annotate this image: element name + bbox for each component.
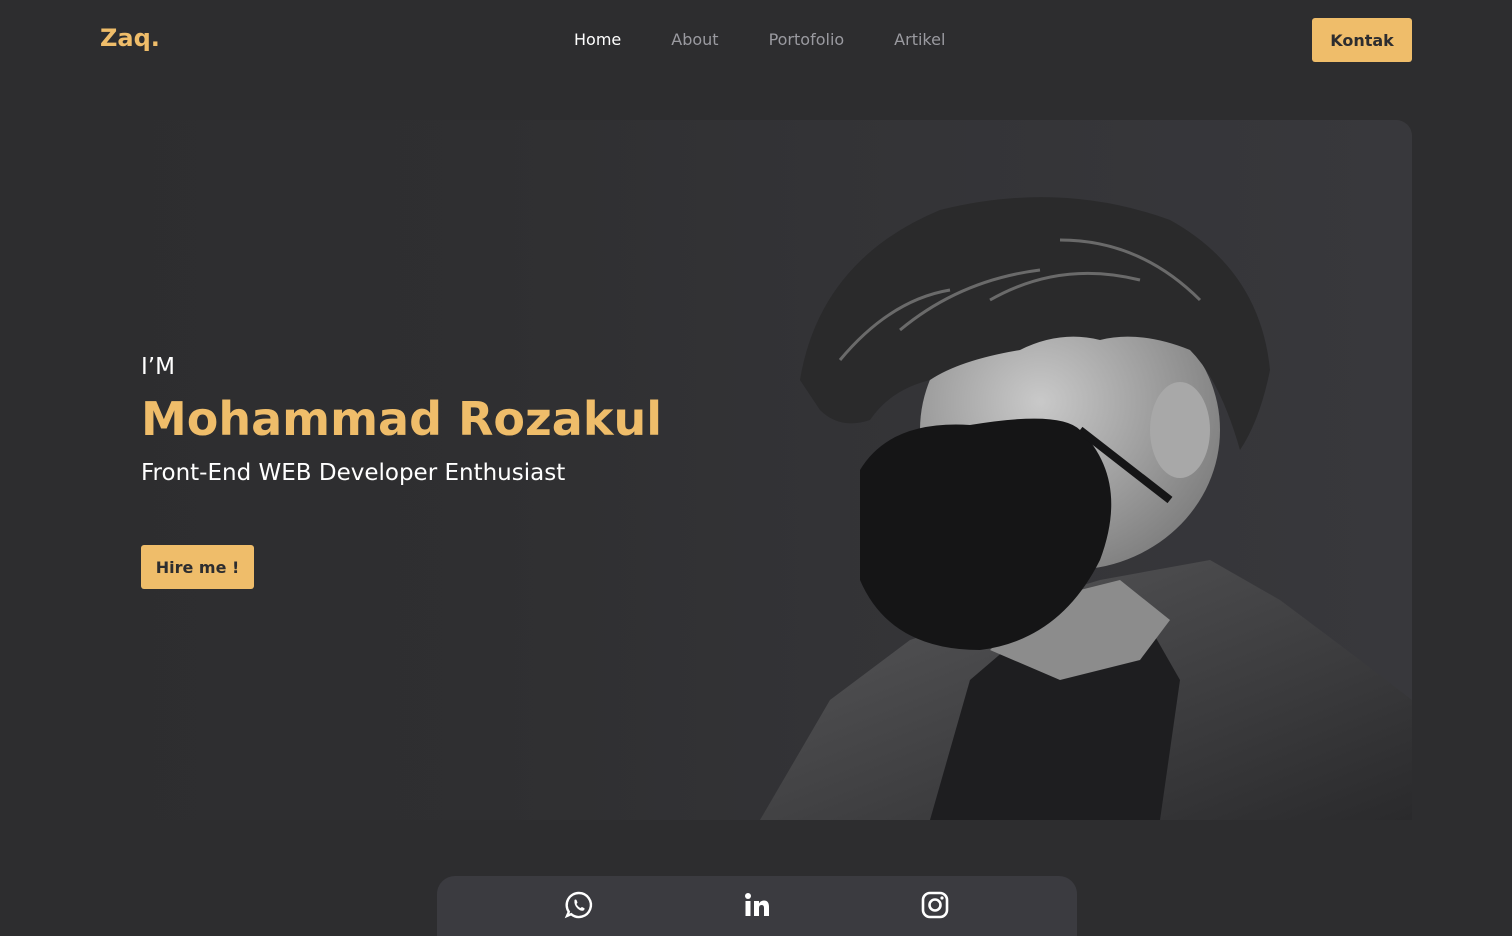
nav-link-artikel[interactable]: Artikel [894, 30, 945, 49]
kontak-button[interactable]: Kontak [1312, 18, 1412, 62]
hero-tagline: Front-End WEB Developer Enthusiast [141, 460, 566, 486]
nav-link-home[interactable]: Home [574, 30, 621, 49]
nav-link-portofolio[interactable]: Portofolio [769, 30, 845, 49]
nav-link-about[interactable]: About [671, 30, 718, 49]
profile-photo [760, 197, 1412, 820]
social-bar [437, 876, 1077, 936]
hire-me-button[interactable]: Hire me ! [141, 545, 254, 589]
site-logo[interactable]: Zaq. [100, 24, 160, 52]
linkedin-icon[interactable] [742, 890, 772, 920]
instagram-icon[interactable] [920, 890, 950, 920]
hero-intro: I’M [141, 354, 175, 380]
whatsapp-icon[interactable] [564, 890, 594, 920]
hero-name: Mohammad Rozakul [141, 392, 662, 446]
top-nav: Zaq. Home About Portofolio Artikel Konta… [0, 0, 1512, 80]
nav-menu: Home About Portofolio Artikel [574, 30, 945, 49]
